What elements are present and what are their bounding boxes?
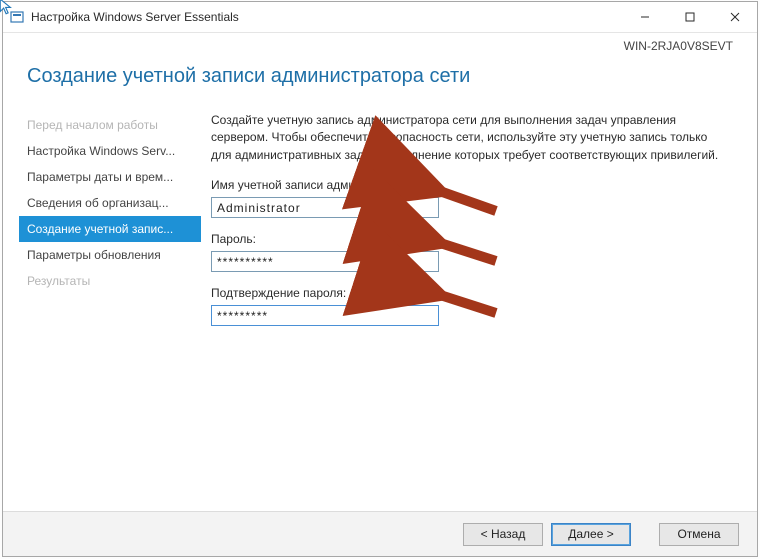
- wizard-steps-sidebar: Перед началом работы Настройка Windows S…: [3, 102, 193, 534]
- step-configure-windows-server[interactable]: Настройка Windows Serv...: [19, 138, 201, 164]
- next-button[interactable]: Далее >: [551, 523, 631, 546]
- page-title: Создание учетной записи администратора с…: [27, 65, 733, 88]
- window-title: Настройка Windows Server Essentials: [31, 10, 239, 24]
- back-button[interactable]: < Назад: [463, 523, 543, 546]
- server-name: WIN-2RJA0V8SEVT: [624, 39, 733, 53]
- mouse-cursor-icon: [0, 0, 16, 16]
- wizard-content: Создайте учетную запись администратора с…: [193, 102, 757, 534]
- step-update-settings[interactable]: Параметры обновления: [19, 242, 201, 268]
- password-label: Пароль:: [211, 232, 735, 246]
- step-description: Создайте учетную запись администратора с…: [211, 112, 731, 164]
- admin-username-input[interactable]: [211, 197, 439, 218]
- wizard-window: Настройка Windows Server Essentials WIN-…: [2, 1, 758, 557]
- cancel-button[interactable]: Отмена: [659, 523, 739, 546]
- wizard-footer: < Назад Далее > Отмена: [3, 511, 757, 556]
- step-create-admin-account[interactable]: Создание учетной запис...: [19, 216, 201, 242]
- titlebar: Настройка Windows Server Essentials: [3, 2, 757, 33]
- confirm-password-label: Подтверждение пароля:: [211, 286, 735, 300]
- step-before-you-begin[interactable]: Перед началом работы: [19, 112, 201, 138]
- minimize-button[interactable]: [622, 2, 667, 32]
- step-date-time-settings[interactable]: Параметры даты и врем...: [19, 164, 201, 190]
- confirm-password-input[interactable]: [211, 305, 439, 326]
- admin-username-label: Имя учетной записи администратора:: [211, 178, 735, 192]
- window-controls: [622, 2, 757, 32]
- password-input[interactable]: [211, 251, 439, 272]
- step-results[interactable]: Результаты: [19, 268, 201, 294]
- maximize-button[interactable]: [667, 2, 712, 32]
- close-button[interactable]: [712, 2, 757, 32]
- step-company-information[interactable]: Сведения об организац...: [19, 190, 201, 216]
- wizard-header: WIN-2RJA0V8SEVT Создание учетной записи …: [3, 33, 757, 102]
